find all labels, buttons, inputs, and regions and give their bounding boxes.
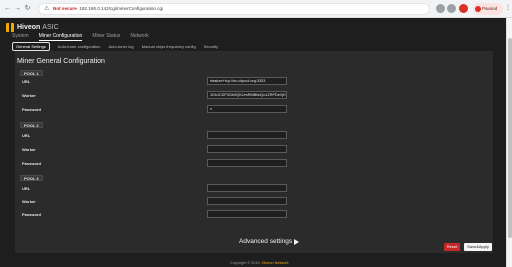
pool-2-url-input[interactable] <box>207 131 287 139</box>
pool-3-worker-label: Worker <box>22 199 36 204</box>
back-icon[interactable]: ← <box>3 4 12 13</box>
more-icon[interactable]: ⋮ <box>505 4 511 11</box>
not-secure-label: Not secure <box>53 6 77 11</box>
pool-1-password-label: Password <box>22 107 41 112</box>
nav-miner-status[interactable]: Miner Status <box>92 33 120 41</box>
pool-3-url-label: URL <box>22 186 31 191</box>
footer: Copyright © 2019, Hiveon Network <box>230 261 289 265</box>
brand-name: Hiveon <box>17 23 41 31</box>
profile-button[interactable]: Paused <box>473 3 503 15</box>
tab-auto-tuner-log[interactable]: Auto-tuner log <box>109 44 134 49</box>
nav-miner-configuration[interactable]: Miner Configuration <box>38 33 83 41</box>
url-text: 192.168.0.142/cgi/minerConfiguration.cgi <box>79 6 164 11</box>
tab-security[interactable]: Security <box>204 44 218 49</box>
translate-icon[interactable] <box>436 4 445 13</box>
advanced-settings-label: Advanced settings <box>239 238 293 245</box>
brand-product: ASIC <box>42 23 59 31</box>
pool-2-worker-label: Worker <box>22 147 36 152</box>
pool-1-header: POOL 1 <box>20 70 43 76</box>
forward-icon[interactable]: → <box>13 4 22 13</box>
pool-3-password-label: Password <box>22 212 41 217</box>
config-panel: Miner General Configuration POOL 1 URL s… <box>15 51 493 253</box>
page-title: Miner General Configuration <box>17 58 105 65</box>
address-bar[interactable]: ⚠ Not secure 192.168.0.142/cgi/minerConf… <box>38 3 430 15</box>
browser-toolbar: ← → ↻ ⚠ Not secure 192.168.0.142/cgi/min… <box>0 0 512 18</box>
footer-copyright: Copyright © 2019, <box>230 261 261 265</box>
nav-system[interactable]: System <box>12 33 29 41</box>
save-apply-button[interactable]: Save&Apply <box>464 243 492 251</box>
pool-1-url-input[interactable]: stratum+tcp://eu.ckpool.org:3333 <box>207 77 287 85</box>
pool-2-url-label: URL <box>22 133 31 138</box>
sub-nav: General Settings Auto-tuner configuratio… <box>12 42 218 51</box>
bookmark-icon[interactable] <box>447 4 456 13</box>
pool-2-header: POOL 2 <box>20 122 43 128</box>
pool-3-password-input[interactable] <box>207 210 287 218</box>
footer-brand-link[interactable]: Hiveon Network <box>262 261 289 265</box>
pool-1-password-input[interactable]: x <box>207 105 287 113</box>
pool-1-worker-input[interactable]: 1DhJCDF3Cik9QKUmRMBbbQc1ZRPDeVjK9dwh <box>207 91 287 99</box>
pool-2-worker-input[interactable] <box>207 145 287 153</box>
reset-button[interactable]: Reset <box>444 243 460 251</box>
pool-3-header: POOL 3 <box>20 175 43 181</box>
logo: Hiveon ASIC <box>6 22 59 32</box>
page-scrollbar[interactable] <box>506 18 512 267</box>
caret-right-icon <box>294 238 300 245</box>
main-nav: System Miner Configuration Miner Status … <box>12 33 149 41</box>
pool-3-worker-input[interactable] <box>207 197 287 205</box>
advanced-settings-toggle[interactable]: Advanced settings <box>239 238 300 245</box>
tab-manual-chips-frequency[interactable]: Manual chips frequency config <box>142 44 196 49</box>
pool-2-password-input[interactable] <box>207 159 287 167</box>
extension-icon[interactable] <box>459 4 468 13</box>
hiveon-logo-icon <box>6 22 14 32</box>
tab-general-settings[interactable]: General Settings <box>12 42 50 51</box>
reload-icon[interactable]: ↻ <box>23 4 32 13</box>
scrollbar-thumb[interactable] <box>508 38 512 238</box>
not-secure-icon: ⚠ <box>44 6 50 12</box>
pool-3-url-input[interactable] <box>207 184 287 192</box>
pool-2-password-label: Password <box>22 161 41 166</box>
nav-network[interactable]: Network <box>130 33 148 41</box>
tab-auto-tuner-config[interactable]: Auto-tuner configuration <box>58 44 101 49</box>
pool-1-url-label: URL <box>22 79 31 84</box>
app-root: Hiveon ASIC System Miner Configuration M… <box>0 18 506 267</box>
pool-1-worker-label: Worker <box>22 93 36 98</box>
